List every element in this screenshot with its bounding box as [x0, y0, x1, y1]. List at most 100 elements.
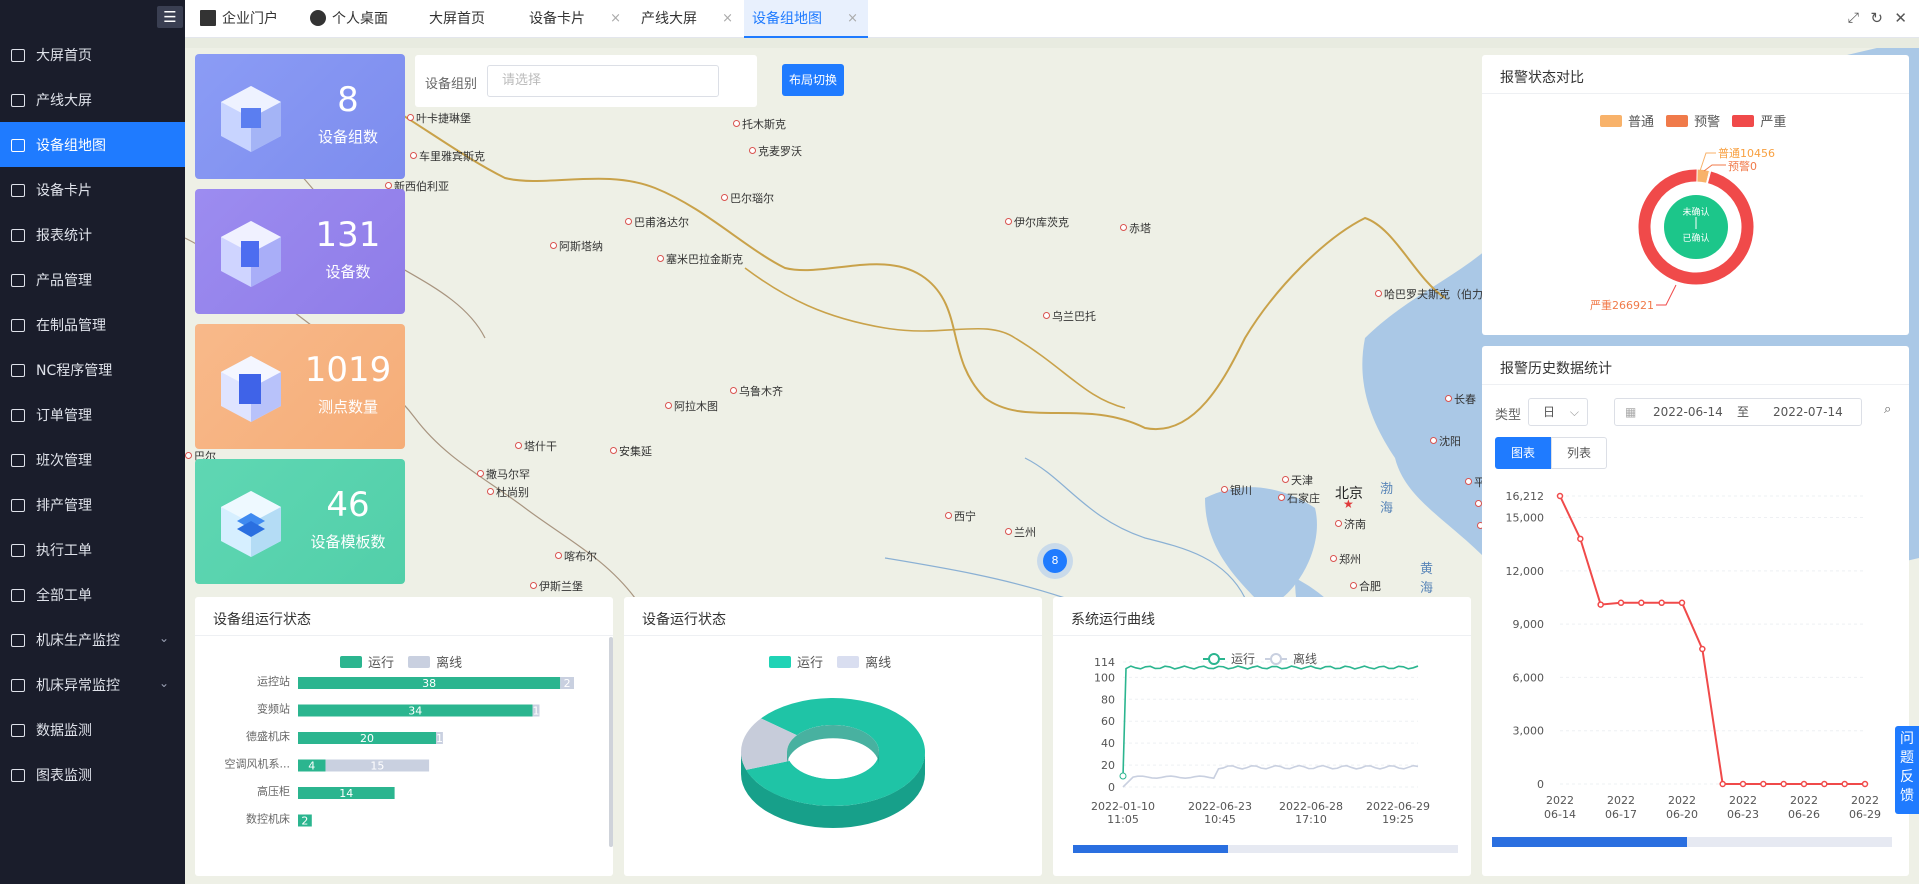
- alert-grid-icon: [10, 677, 26, 693]
- tab[interactable]: 企业门户: [200, 0, 305, 38]
- sidebar-item[interactable]: 报表统计: [0, 212, 185, 257]
- x-tick-date: 2022-06-23: [1188, 800, 1252, 813]
- x-tick-year: 2022: [1607, 794, 1635, 807]
- data-point: [1597, 601, 1604, 608]
- sidebar-item[interactable]: 在制品管理: [0, 302, 185, 347]
- x-tick-time: 19:25: [1382, 813, 1414, 826]
- close-tab-icon[interactable]: ×: [610, 0, 621, 38]
- alarm-history-chart: 16,21215,00012,0009,0006,0003,0000202206…: [1492, 490, 1892, 847]
- city-label: 长春: [1445, 391, 1476, 407]
- series-line-off: [1122, 764, 1419, 788]
- tab[interactable]: 设备卡片 ×: [521, 0, 631, 38]
- point: [1119, 772, 1127, 780]
- city-label: 安集延: [610, 443, 652, 459]
- tab[interactable]: 大屏首页: [421, 0, 516, 38]
- bar-label-run: 34: [408, 705, 422, 718]
- list-icon: [10, 407, 26, 423]
- tab[interactable]: 个人桌面: [310, 0, 415, 38]
- card-icon: [10, 182, 26, 198]
- city-label: 天津: [1282, 472, 1313, 488]
- leader-severe: [1656, 284, 1677, 306]
- y-tick: 80: [1101, 693, 1115, 706]
- city-label: 济南: [1335, 516, 1366, 532]
- center-label-top: 未确认: [1682, 206, 1709, 218]
- refresh-icon[interactable]: ↻: [1870, 9, 1883, 27]
- x-tick-date: 06-26: [1788, 808, 1820, 821]
- data-point: [1780, 780, 1787, 788]
- label-severe: 严重266921: [1590, 298, 1654, 312]
- sidebar-item[interactable]: NC程序管理: [0, 347, 185, 392]
- city-label: 兰州: [1005, 524, 1036, 540]
- menu-toggle-icon[interactable]: ☰: [157, 6, 183, 28]
- scrollbar[interactable]: [609, 637, 613, 847]
- feedback-button[interactable]: 问题反馈: [1895, 726, 1919, 814]
- fullscreen-icon[interactable]: ⤢: [1848, 10, 1859, 26]
- box-icon: [10, 317, 26, 333]
- tab-label: 设备组地图: [752, 11, 822, 27]
- close-tab-icon[interactable]: ×: [722, 0, 733, 38]
- sidebar-item[interactable]: 全部工单: [0, 572, 185, 617]
- zoom-handle: [1492, 837, 1687, 847]
- label-warn: 预警0: [1728, 159, 1757, 173]
- city-label: 伊尔库茨克: [1005, 214, 1069, 230]
- group-status-chart: 运控站 38 2 变频站 34 1 德盛机床 20 1 空调风机系... 4 15 高压柜 14 数控机床 2: [225, 674, 574, 828]
- bar-label-off: 15: [370, 760, 384, 773]
- city-label: 沈阳: [1430, 433, 1461, 449]
- user-icon: [310, 10, 326, 26]
- x-tick-date: 2022-01-10: [1091, 800, 1155, 813]
- system-curve-card: 系统运行曲线 114 100 80 60 40 20 0 运行 离线 2022-01-10 11:0…: [1053, 597, 1471, 876]
- sidebar-item[interactable]: 设备卡片: [0, 167, 185, 212]
- sidebar-item[interactable]: 订单管理: [0, 392, 185, 437]
- stat-value: 8: [337, 80, 359, 120]
- sidebar-item[interactable]: 设备组地图: [0, 122, 185, 167]
- x-tick-year: 2022: [1729, 794, 1757, 807]
- tab[interactable]: 设备组地图 ×: [744, 0, 868, 38]
- y-tick: 20: [1101, 759, 1115, 772]
- data-point: [1719, 780, 1726, 788]
- tab-label: 企业门户: [222, 11, 278, 27]
- city-label: 赤塔: [1120, 220, 1151, 236]
- sidebar-item[interactable]: 图表监测: [0, 752, 185, 797]
- sidebar-item[interactable]: 产线大屏: [0, 77, 185, 122]
- image-icon: [10, 47, 26, 63]
- sidebar-item-label: 大屏首页: [36, 47, 92, 64]
- close-all-icon[interactable]: ✕: [1894, 9, 1907, 27]
- tab[interactable]: 产线大屏 ×: [633, 0, 743, 38]
- sidebar-item[interactable]: 大屏首页: [0, 32, 185, 77]
- x-tick-date: 06-20: [1666, 808, 1698, 821]
- screen-icon: [10, 92, 26, 108]
- label-normal: 普通10456: [1718, 146, 1775, 160]
- stat-label: 设备模板数: [310, 533, 386, 551]
- y-tick: 0: [1537, 778, 1544, 791]
- sidebar-item-label: 排产管理: [36, 497, 92, 514]
- cube-icon: [221, 86, 281, 152]
- layout-switch-button[interactable]: 布局切换: [782, 64, 844, 96]
- sidebar-item[interactable]: 机床异常监控 ⌄: [0, 662, 185, 707]
- sidebar-item[interactable]: 数据监测: [0, 707, 185, 752]
- building-icon: [200, 10, 216, 26]
- city-label: 石家庄: [1278, 490, 1320, 506]
- sidebar-item[interactable]: 排产管理: [0, 482, 185, 527]
- x-tick-time: 11:05: [1107, 813, 1139, 826]
- y-tick: 100: [1094, 671, 1115, 684]
- legend-marker-off: [1270, 653, 1282, 665]
- city-label: 乌兰巴托: [1043, 308, 1096, 324]
- tab-label: 设备卡片: [529, 11, 585, 27]
- x-tick-date: 06-23: [1727, 808, 1759, 821]
- sidebar-item[interactable]: 机床生产监控 ⌄: [0, 617, 185, 662]
- close-tab-icon[interactable]: ×: [847, 0, 858, 38]
- stat-value: 131: [315, 215, 381, 255]
- legend-run: 运行: [1231, 652, 1255, 666]
- stat-card-points: 1019 测点数量: [195, 324, 405, 449]
- city-label: 叶卡捷琳堡: [407, 110, 471, 126]
- sidebar-item[interactable]: 产品管理: [0, 257, 185, 302]
- device-cluster-marker[interactable]: 8: [1043, 549, 1067, 573]
- city-label: 杜尚别: [487, 484, 529, 500]
- calendar-icon: [10, 227, 26, 243]
- category-label: 数控机床: [246, 812, 290, 826]
- sidebar-item[interactable]: 班次管理: [0, 437, 185, 482]
- city-label: 喀布尔: [555, 548, 597, 564]
- group-select[interactable]: 请选择: [487, 65, 719, 97]
- sidebar-item[interactable]: 执行工单: [0, 527, 185, 572]
- data-point: [1556, 492, 1564, 500]
